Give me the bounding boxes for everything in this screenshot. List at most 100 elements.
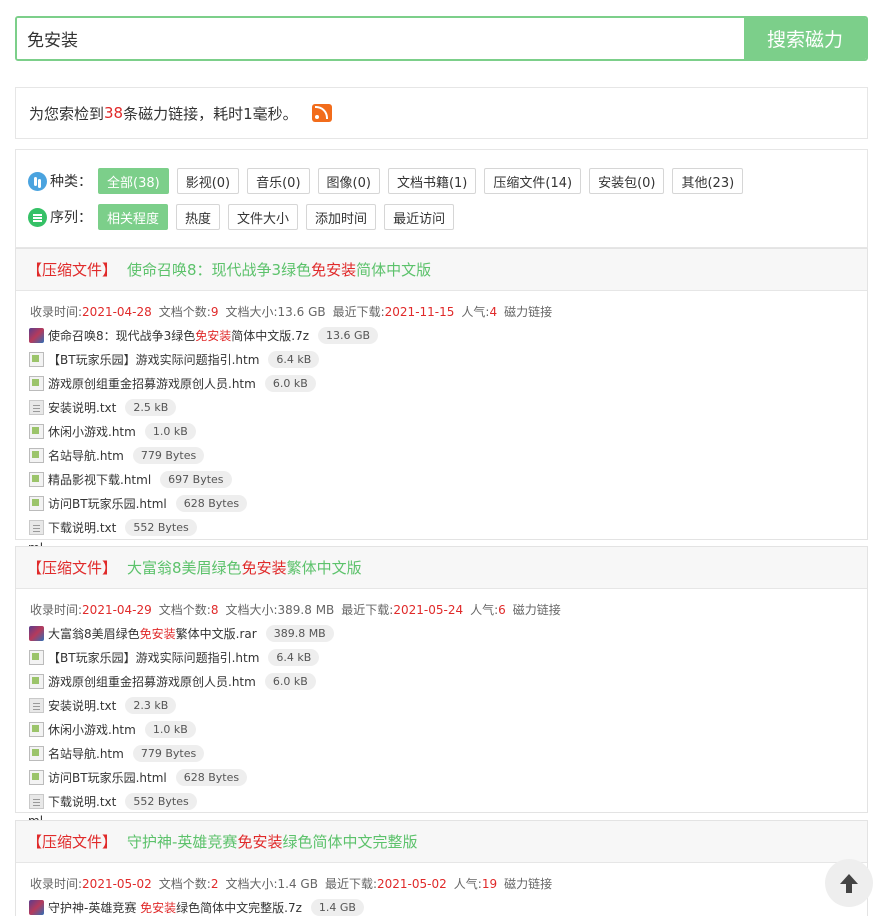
search-input[interactable] bbox=[17, 18, 744, 59]
result-card: 【压缩文件】 使命召唤8：现代战争3绿色 免安装 简体中文版收录时间:2021-04-… bbox=[15, 248, 868, 540]
file-name: 休闲小游戏.htm bbox=[48, 722, 136, 737]
file-count: 文档个数:8 bbox=[158, 603, 219, 617]
file-name: 游戏原创组重金招募游戏原创人员.htm bbox=[48, 674, 256, 689]
file-row: 大富翁8美眉绿色免安装繁体中文版.rar 389.8 MB bbox=[16, 621, 867, 645]
file-row: 安装说明.txt 2.5 kB bbox=[16, 395, 867, 419]
category-chip[interactable]: 文档书籍(1) bbox=[387, 168, 477, 194]
total-size: 文档大小:1.4 GB bbox=[225, 877, 318, 891]
archive-file-icon bbox=[29, 625, 44, 641]
file-size-badge: 13.6 GB bbox=[318, 326, 379, 344]
last-download-value: 2021-11-15 bbox=[384, 305, 455, 319]
category-chip[interactable]: 安装包(0) bbox=[589, 168, 665, 194]
last-download: 最近下载:2021-11-15 bbox=[332, 305, 455, 319]
file-row: 使命召唤8：现代战争3绿色免安装简体中文版.7z 13.6 GB bbox=[16, 323, 867, 347]
file-row: 守护神-英雄竞赛 免安装绿色简体中文完整版.7z 1.4 GB bbox=[16, 895, 867, 916]
broken-image-icon bbox=[29, 495, 44, 511]
last-download: 最近下载:2021-05-02 bbox=[324, 877, 447, 891]
category-chip[interactable]: 其他(23) bbox=[672, 168, 744, 194]
result-title[interactable]: 【压缩文件】 守护神-英雄竞赛 免安装 绿色简体中文完整版 bbox=[16, 821, 867, 863]
result-title-highlight[interactable]: 免安装 bbox=[242, 557, 287, 578]
file-row: 下载说明.txt 552 Bytes bbox=[16, 515, 867, 539]
result-card: 【压缩文件】 守护神-英雄竞赛 免安装 绿色简体中文完整版 收录时间:2021-05-… bbox=[15, 820, 868, 916]
arrow-up-icon bbox=[840, 874, 858, 884]
file-size-badge: 2.3 kB bbox=[125, 696, 177, 714]
total-size-value: 1.4 GB bbox=[277, 877, 318, 891]
last-download-value: 2021-05-02 bbox=[377, 877, 447, 891]
category-chip[interactable]: 压缩文件(14) bbox=[484, 168, 582, 194]
file-row: 精品影视下载.html 697 Bytes bbox=[16, 467, 867, 491]
category-chip[interactable]: 影视(0) bbox=[176, 168, 240, 194]
category-icon bbox=[28, 171, 47, 191]
file-row: 游戏原创组重金招募游戏原创人员.htm 6.0 kB bbox=[16, 371, 867, 395]
file-row: 名站导航.htm 779 Bytes bbox=[16, 741, 867, 765]
file-name: 使命召唤8：现代战争3绿色免安装简体中文版.7z bbox=[48, 328, 310, 343]
category-chip[interactable]: 音乐(0) bbox=[247, 168, 310, 194]
file-name: 名站导航.htm bbox=[48, 448, 124, 463]
broken-image-icon bbox=[29, 769, 44, 785]
added-date: 收录时间:2021-04-28 bbox=[30, 305, 152, 319]
file-size-badge: 552 Bytes bbox=[125, 518, 197, 536]
file-name: 下载说明.txt bbox=[48, 794, 117, 809]
file-name: 大富翁8美眉绿色免安装繁体中文版.rar bbox=[48, 626, 257, 641]
file-name: 【BT玩家乐园】游戏实际问题指引.htm bbox=[48, 352, 260, 367]
file-row: 下载说明.txt 552 Bytes bbox=[16, 789, 867, 813]
result-meta: 收录时间:2021-04-29 文档个数:8 文档大小:389.8 MB 最近下载:2… bbox=[16, 589, 867, 621]
sort-list-icon bbox=[28, 207, 47, 227]
search-button[interactable]: 搜索磁力 bbox=[744, 18, 866, 59]
magnet-link[interactable]: 磁力链接 bbox=[504, 305, 552, 319]
file-size-badge: 779 Bytes bbox=[132, 446, 205, 464]
file-name: 下载说明.txt bbox=[48, 520, 117, 535]
rss-icon[interactable] bbox=[311, 104, 332, 122]
broken-image-icon bbox=[29, 423, 44, 439]
text-file-icon bbox=[29, 793, 44, 809]
filter-box: 种类： 全部(38) 影视(0) 音乐(0) 图像(0) 文档书籍(1) 压缩文件(14)… bbox=[15, 149, 868, 248]
file-name: 精品影视下载.html bbox=[48, 472, 152, 487]
file-row: 休闲小游戏.htm 1.0 kB bbox=[16, 419, 867, 443]
added-date-value: 2021-04-29 bbox=[82, 603, 152, 617]
result-category: 【压缩文件】 bbox=[27, 559, 118, 577]
result-title-text[interactable]: 守护神-英雄竞赛 bbox=[127, 831, 237, 852]
result-title-text[interactable]: 大富翁8美眉绿色 bbox=[127, 557, 242, 578]
file-size-badge: 389.8 MB bbox=[265, 624, 334, 642]
sort-chip[interactable]: 热度 bbox=[176, 204, 221, 230]
summary-suffix: 条磁力链接，耗时1毫秒。 bbox=[123, 104, 298, 123]
file-name: 【BT玩家乐园】游戏实际问题指引.htm bbox=[48, 650, 260, 665]
result-title-text[interactable]: 简体中文版 bbox=[356, 259, 431, 280]
result-title[interactable]: 【压缩文件】 大富翁8美眉绿色 免安装 繁体中文版 bbox=[16, 547, 867, 589]
file-size-badge: 628 Bytes bbox=[175, 768, 248, 786]
archive-file-icon bbox=[29, 899, 44, 915]
total-size-value: 389.8 MB bbox=[277, 603, 335, 617]
result-title[interactable]: 【压缩文件】 使命召唤8：现代战争3绿色 免安装 简体中文版 bbox=[16, 249, 867, 291]
added-date: 收录时间:2021-04-29 bbox=[30, 603, 152, 617]
file-row: 访问BT玩家乐园.html 628 Bytes bbox=[16, 491, 867, 515]
sort-chip[interactable]: 最近访问 bbox=[384, 204, 455, 230]
file-row: 休闲小游戏.htm 1.0 kB bbox=[16, 717, 867, 741]
file-count: 文档个数:9 bbox=[158, 305, 219, 319]
broken-image-icon bbox=[29, 721, 44, 737]
result-title-text[interactable]: 繁体中文版 bbox=[287, 557, 362, 578]
file-name: 安装说明.txt bbox=[48, 400, 117, 415]
category-chip[interactable]: 图像(0) bbox=[317, 168, 380, 194]
sort-chip[interactable]: 添加时间 bbox=[306, 204, 377, 230]
result-title-text[interactable]: 使命召唤8：现代战争3绿色 bbox=[127, 259, 311, 280]
file-row: 【BT玩家乐园】游戏实际问题指引.htm 6.4 kB bbox=[16, 347, 867, 371]
magnet-link[interactable]: 磁力链接 bbox=[504, 877, 552, 891]
file-row: 游戏原创组重金招募游戏原创人员.htm 6.0 kB bbox=[16, 669, 867, 693]
category-label: 种类： bbox=[50, 174, 92, 190]
file-name-highlight: 免安装 bbox=[139, 626, 176, 641]
result-title-highlight[interactable]: 免安装 bbox=[237, 831, 282, 852]
sort-chip[interactable]: 文件大小 bbox=[228, 204, 299, 230]
result-title-highlight[interactable]: 免安装 bbox=[311, 259, 356, 280]
result-title-text[interactable]: 绿色简体中文完整版 bbox=[282, 831, 417, 852]
file-size-badge: 2.5 kB bbox=[125, 398, 177, 416]
file-size-badge: 1.0 kB bbox=[144, 422, 196, 440]
file-size-badge: 6.0 kB bbox=[264, 374, 316, 392]
broken-image-icon bbox=[29, 351, 44, 367]
category-chip[interactable]: 全部(38) bbox=[98, 168, 169, 194]
sort-label: 序列： bbox=[50, 210, 92, 226]
popularity-value: 6 bbox=[498, 603, 506, 617]
magnet-link[interactable]: 磁力链接 bbox=[513, 603, 561, 617]
sort-chip[interactable]: 相关程度 bbox=[98, 204, 169, 230]
scroll-to-top-button[interactable] bbox=[825, 859, 873, 907]
archive-file-icon bbox=[29, 327, 44, 343]
